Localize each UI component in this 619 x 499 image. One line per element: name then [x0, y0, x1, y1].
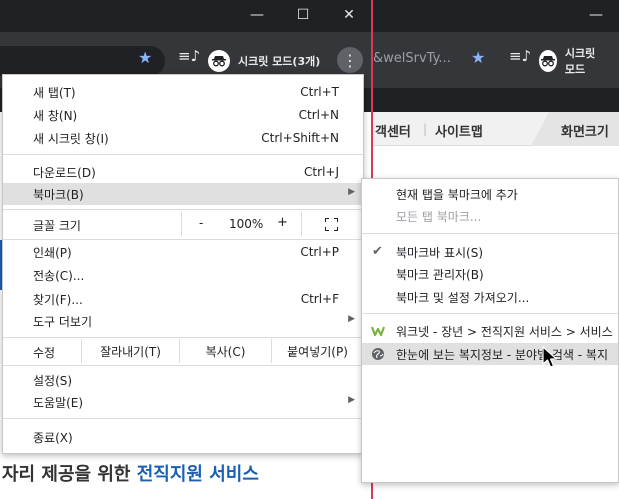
right-window-bookmark-strip — [373, 88, 619, 112]
minimize-button-right[interactable]: — — [573, 0, 619, 30]
menu-print[interactable]: 인쇄(P) Ctrl+P — [3, 241, 363, 263]
submenu-add-current-label: 현재 탭을 북마크에 추가 — [396, 187, 518, 202]
bookmarks-submenu: 현재 탭을 북마크에 추가 모든 탭 북마크... ✔ 북마크바 표시(S) 북마… — [361, 178, 619, 483]
menu-cast-label: 전송(C)... — [33, 268, 85, 283]
menu-edit-label: 수정 — [33, 346, 56, 360]
bookmark-item-welfare[interactable]: 한눈에 보는 복지정보 - 분야별 검색 - 복지 — [362, 343, 618, 365]
incognito-indicator-right[interactable]: 시크릿 모드 — [533, 46, 619, 76]
menu-new-window-shortcut: Ctrl+N — [298, 108, 339, 122]
zoom-level-value: 100% — [229, 217, 264, 231]
nav-separator: | — [423, 122, 428, 136]
menu-separator — [3, 365, 363, 366]
fullscreen-icon[interactable] — [325, 218, 338, 231]
chrome-menu-button[interactable]: ⋮ — [337, 47, 363, 73]
menu-bookmarks[interactable]: 북마크(B) ▶ — [3, 183, 363, 205]
media-control-icon-right[interactable]: ≡♪ — [509, 49, 531, 64]
menu-help-label: 도움말(E) — [33, 395, 84, 410]
nav-sitemap-link[interactable]: 사이트맵 — [435, 121, 483, 140]
url-text[interactable]: &welSrvTy... — [373, 51, 451, 66]
bookmark-item-worknet[interactable]: 워크넷 - 장년 > 전직지원 서비스 > 서비스 — [362, 320, 618, 342]
submenu-import-label: 북마크 및 설정 가져오기... — [396, 290, 530, 305]
submenu-separator — [362, 313, 618, 314]
menu-separator — [3, 337, 363, 338]
right-window-titlebar: — — [373, 0, 619, 32]
globe-icon — [372, 348, 384, 360]
menu-downloads-shortcut: Ctrl+J — [304, 165, 339, 179]
menu-separator — [3, 154, 363, 155]
maximize-button[interactable]: ☐ — [280, 0, 326, 30]
zoom-in-button[interactable]: + — [277, 215, 288, 230]
menu-zoom-row: 글꼴 크기 - 100% + — [3, 212, 363, 236]
menu-help[interactable]: 도움말(E) ▶ — [3, 391, 363, 413]
bookmark-item-welfare-label: 한눈에 보는 복지정보 - 분야별 검색 - 복지 — [396, 347, 609, 362]
submenu-manager-label: 북마크 관리자(B) — [396, 267, 484, 282]
page-heading: 자리 제공을 위한 전직지원 서비스 — [0, 460, 372, 499]
zoom-divider — [181, 212, 182, 236]
menu-find-shortcut: Ctrl+F — [300, 292, 339, 306]
menu-cast[interactable]: 전송(C)... — [3, 264, 363, 286]
incognito-label-right: 시크릿 모드 — [564, 47, 596, 76]
right-window-toolbar: &welSrvTy... ★ ≡♪ 시크릿 모드 — [373, 32, 619, 88]
submenu-separator — [362, 233, 618, 234]
menu-new-incognito-shortcut: Ctrl+Shift+N — [261, 131, 339, 145]
menu-separator — [3, 239, 363, 240]
incognito-icon — [208, 50, 230, 72]
submenu-arrow-icon: ▶ — [348, 187, 355, 197]
submenu-show-bookmarks-bar[interactable]: ✔ 북마크바 표시(S) — [362, 241, 618, 263]
submenu-add-current-tab[interactable]: 현재 탭을 북마크에 추가 — [362, 183, 618, 205]
menu-more-tools-label: 도구 더보기 — [33, 314, 93, 329]
nav-customer-center-link[interactable]: 객센터 — [375, 121, 411, 140]
screen-size-tab[interactable]: 화면크기 — [531, 112, 619, 146]
incognito-label: 시크릿 모드(3개) — [238, 55, 321, 68]
menu-separator — [3, 418, 363, 419]
paste-button[interactable]: 붙여넣기(P) — [271, 339, 363, 363]
submenu-arrow-icon: ▶ — [348, 314, 355, 324]
zoom-out-button[interactable]: - — [199, 216, 203, 230]
incognito-indicator[interactable]: 시크릿 모드(3개) — [202, 46, 330, 76]
menu-new-incognito[interactable]: 새 시크릿 창(I) Ctrl+Shift+N — [3, 127, 363, 149]
chrome-main-menu: 새 탭(T) Ctrl+T 새 창(N) Ctrl+N 새 시크릿 창(I) Ctrl… — [2, 74, 364, 454]
menu-bookmarks-label: 북마크(B) — [33, 187, 84, 202]
mouse-cursor-icon — [542, 346, 558, 368]
incognito-icon-right — [539, 50, 557, 72]
menu-downloads[interactable]: 다운로드(D) Ctrl+J — [3, 161, 363, 183]
minimize-button[interactable]: — — [234, 0, 280, 30]
bookmark-item-worknet-label: 워크넷 - 장년 > 전직지원 서비스 > 서비스 — [396, 324, 613, 339]
checkmark-icon: ✔ — [372, 244, 383, 259]
media-control-icon[interactable]: ≡♪ — [178, 49, 200, 64]
copy-button[interactable]: 복사(C) — [179, 339, 271, 363]
page-heading-text: 자리 제공을 위한 — [2, 464, 137, 485]
menu-exit[interactable]: 종료(X) — [3, 426, 363, 448]
menu-new-tab[interactable]: 새 탭(T) Ctrl+T — [3, 81, 363, 103]
submenu-bookmark-manager[interactable]: 북마크 관리자(B) — [362, 263, 618, 285]
submenu-bookmark-all-tabs[interactable]: 모든 탭 북마크... — [362, 205, 618, 227]
submenu-import-bookmarks[interactable]: 북마크 및 설정 가져오기... — [362, 286, 618, 308]
bookmark-star-icon-right[interactable]: ★ — [471, 50, 485, 66]
bookmark-star-icon[interactable]: ★ — [138, 50, 152, 66]
cut-button[interactable]: 잘라내기(T) — [81, 339, 179, 363]
menu-separator — [3, 209, 363, 210]
menu-edit-row: 수정 잘라내기(T) 복사(C) 붙여넣기(P) — [3, 339, 363, 363]
zoom-divider — [301, 212, 302, 236]
screen-size-label: 화면크기 — [561, 125, 609, 140]
menu-find[interactable]: 찾기(F)... Ctrl+F — [3, 288, 363, 310]
submenu-arrow-icon: ▶ — [348, 395, 355, 405]
submenu-show-bar-label: 북마크바 표시(S) — [396, 245, 484, 260]
menu-new-window[interactable]: 새 창(N) Ctrl+N — [3, 104, 363, 126]
worknet-favicon-icon — [371, 326, 385, 337]
close-button[interactable]: ✕ — [326, 0, 372, 30]
submenu-bookmark-all-label: 모든 탭 북마크... — [396, 209, 482, 224]
menu-zoom-label: 글꼴 크기 — [33, 219, 81, 233]
menu-more-tools[interactable]: 도구 더보기 ▶ — [3, 310, 363, 332]
left-window-titlebar: — ☐ ✕ — [0, 0, 372, 32]
menu-print-shortcut: Ctrl+P — [300, 245, 339, 259]
menu-exit-label: 종료(X) — [33, 430, 73, 445]
page-heading-highlight: 전직지원 서비스 — [136, 464, 259, 485]
menu-settings-label: 설정(S) — [33, 373, 73, 388]
menu-settings[interactable]: 설정(S) — [3, 369, 363, 391]
page-top-nav: 객센터 | 사이트맵 화면크기 — [373, 112, 619, 146]
menu-new-tab-shortcut: Ctrl+T — [300, 85, 339, 99]
